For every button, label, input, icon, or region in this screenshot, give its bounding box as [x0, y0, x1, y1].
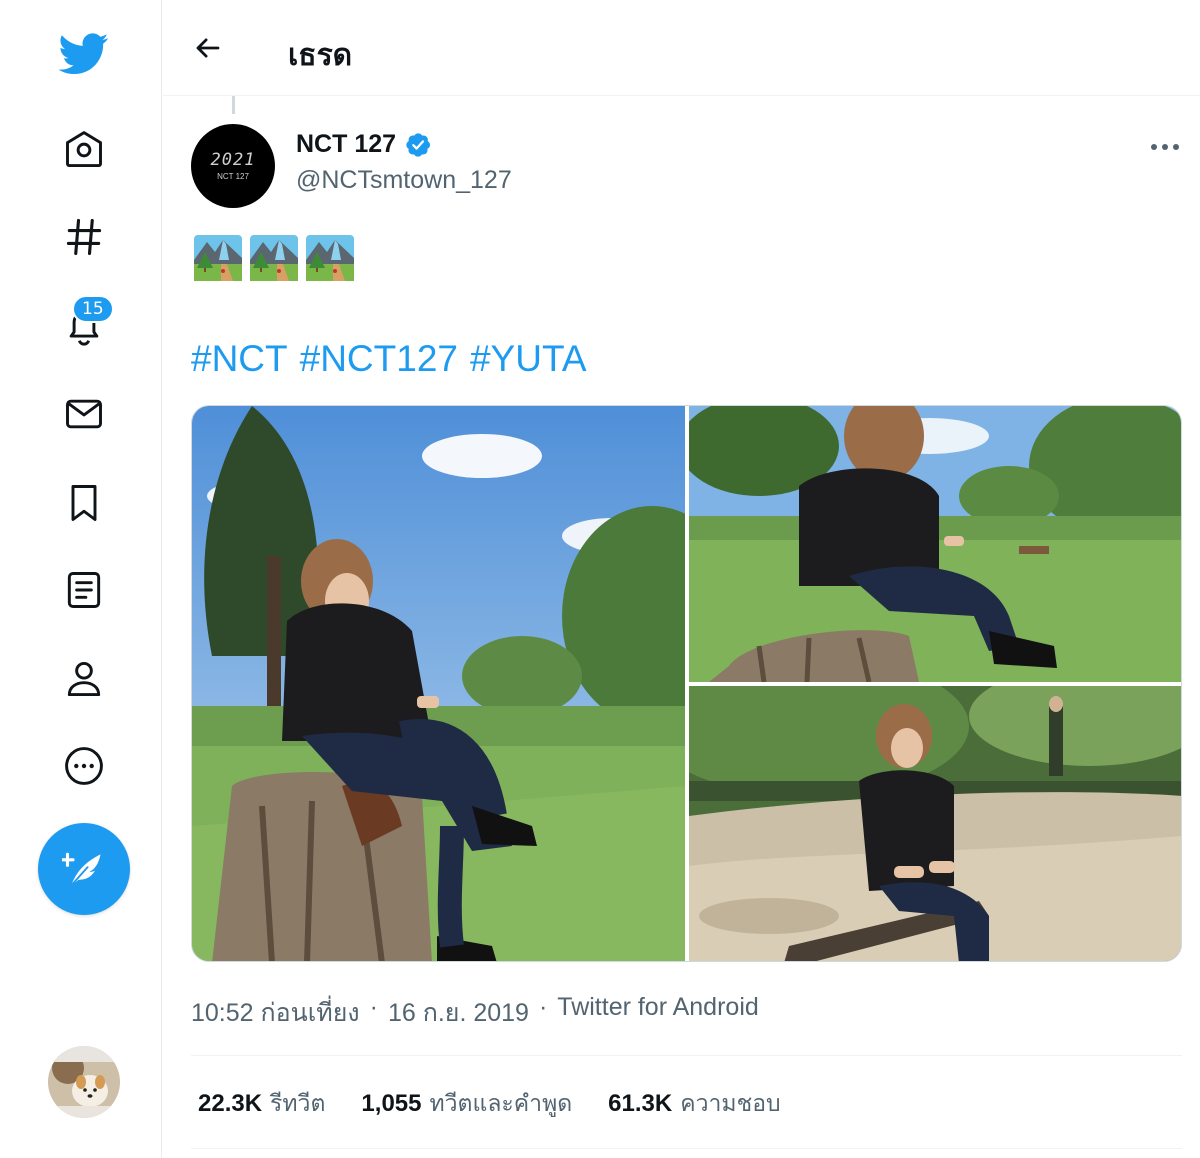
- compose-tweet-button[interactable]: [38, 823, 130, 915]
- main-column: เธรด 2021 NCT 127 NCT 127 @NCTsmtown_127: [163, 0, 1200, 1158]
- nav-home[interactable]: [52, 118, 116, 182]
- tweet-more-button[interactable]: [1143, 128, 1187, 166]
- tweet-photo-3[interactable]: [689, 686, 1181, 961]
- national-park-emoji: [306, 235, 354, 281]
- arrow-left-icon: [196, 38, 220, 58]
- author-avatar[interactable]: 2021 NCT 127: [191, 124, 275, 208]
- tweet-time[interactable]: 10:52 ก่อนเที่ยง: [191, 993, 360, 1033]
- home-icon: [66, 131, 102, 168]
- quotes-count: 1,055: [361, 1090, 422, 1117]
- quotes-stat[interactable]: 1,055 ทวีตและคำพูด: [361, 1086, 572, 1122]
- likes-count: 61.3K: [608, 1090, 673, 1117]
- tweet-date[interactable]: 16 ก.ย. 2019: [388, 993, 529, 1033]
- tweet-emoji-row: [193, 234, 355, 282]
- author-name-link[interactable]: NCT 127: [296, 130, 432, 159]
- national-park-emoji: [194, 235, 242, 281]
- hashtag-link[interactable]: #YUTA: [470, 338, 587, 380]
- list-icon: [67, 572, 101, 608]
- retweets-stat[interactable]: 22.3K รีทวีต: [198, 1086, 325, 1122]
- likes-stat[interactable]: 61.3K ความชอบ: [608, 1086, 780, 1122]
- bookmark-icon: [71, 485, 97, 521]
- avatar-logo-mark: 2021: [210, 149, 256, 170]
- nav-explore[interactable]: [52, 205, 116, 269]
- mail-icon: [66, 399, 102, 429]
- photo-park-stump-wide: [192, 406, 685, 961]
- hashtag-link[interactable]: #NCT: [191, 338, 288, 380]
- thread-connector-line: [232, 96, 235, 114]
- tweet-photo-2[interactable]: [689, 406, 1181, 682]
- page-header: เธรด: [163, 0, 1200, 96]
- tweet-stats: 22.3K รีทวีต 1,055 ทวีตและคำพูด 61.3K คว…: [198, 1086, 781, 1122]
- photo-park-bench: [689, 686, 1181, 961]
- retweets-label: รีทวีต: [270, 1091, 326, 1117]
- nav-messages[interactable]: [52, 382, 116, 446]
- tweet-photo-1[interactable]: [192, 406, 685, 961]
- sidebar: 15: [0, 0, 162, 1158]
- divider: [191, 1148, 1182, 1149]
- notifications-badge: 15: [72, 295, 114, 323]
- national-park-emoji: [250, 235, 298, 281]
- tweet-media-grid: [191, 405, 1182, 962]
- nav-bookmarks[interactable]: [52, 471, 116, 535]
- likes-label: ความชอบ: [680, 1091, 781, 1117]
- verified-badge-icon: [404, 131, 432, 159]
- nav-profile[interactable]: [52, 647, 116, 711]
- nav-more[interactable]: [52, 734, 116, 798]
- author-handle[interactable]: @NCTsmtown_127: [296, 166, 512, 195]
- feather-plus-icon: [62, 852, 101, 887]
- nav-lists[interactable]: [52, 558, 116, 622]
- user-avatar-image: [48, 1046, 120, 1118]
- quotes-label: ทวีตและคำพูด: [429, 1091, 573, 1117]
- user-avatar[interactable]: [48, 1046, 120, 1118]
- back-button[interactable]: [185, 25, 231, 71]
- tweet-hashtags: #NCT #NCT127 #YUTA: [191, 338, 587, 380]
- more-circle-icon: [65, 747, 103, 785]
- hashtag-link[interactable]: #NCT127: [300, 338, 458, 380]
- tweet-metadata: 10:52 ก่อนเที่ยง · 16 ก.ย. 2019 · Twitte…: [191, 993, 759, 1033]
- tweet-source[interactable]: Twitter for Android: [557, 993, 758, 1033]
- retweets-count: 22.3K: [198, 1090, 263, 1117]
- meta-separator: ·: [538, 993, 548, 1021]
- hashtag-icon: [66, 218, 102, 256]
- page-title: เธรด: [288, 38, 353, 73]
- avatar-logo-subtext: NCT 127: [217, 171, 249, 181]
- more-horizontal-icon: [1151, 144, 1179, 150]
- twitter-bird-icon: [59, 33, 109, 75]
- twitter-logo-link[interactable]: [52, 21, 116, 85]
- divider: [191, 1055, 1182, 1056]
- author-name: NCT 127: [296, 130, 397, 158]
- photo-park-stump-close: [689, 406, 1181, 682]
- profile-icon: [67, 661, 101, 697]
- meta-separator: ·: [369, 993, 378, 1021]
